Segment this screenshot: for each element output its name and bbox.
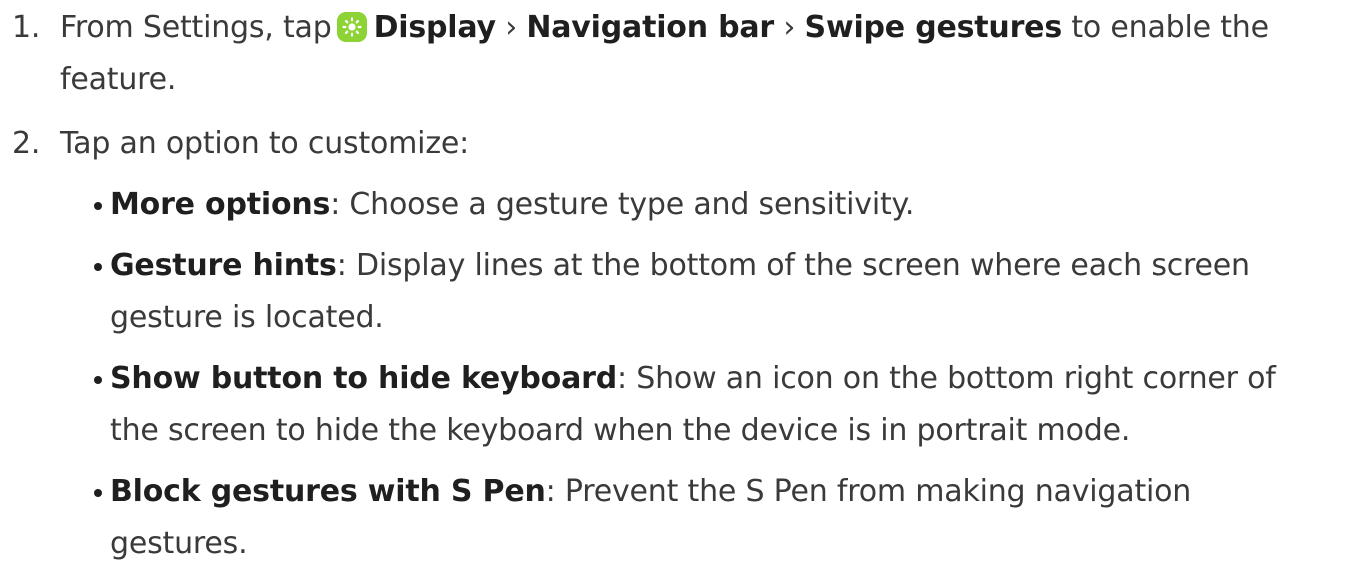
option-continuation: the screen to hide the keyboard when the…	[110, 413, 1131, 448]
step-1-suffix: to enable the	[1071, 10, 1269, 45]
path-swipe-gestures: Swipe gestures	[804, 10, 1063, 45]
option-description: : Prevent the S Pen from making navigati…	[545, 474, 1192, 509]
step-1-continuation: feature.	[60, 62, 177, 97]
option-title: More options	[110, 187, 331, 222]
option-block-gestures-s-pen: Block gestures with S Pen: Prevent the S…	[110, 472, 1191, 512]
step-1-number: 1.	[12, 10, 41, 45]
path-separator: ›	[505, 10, 518, 45]
option-description: : Show an icon on the bottom right corne…	[617, 361, 1276, 396]
step-1-line: 1. From Settings, tap Display › Navigation…	[12, 8, 1269, 48]
option-title: Show button to hide keyboard	[110, 361, 618, 396]
option-continuation: gestures.	[110, 526, 248, 561]
path-navigation-bar: Navigation bar	[526, 10, 775, 45]
step-2-line: 2. Tap an option to customize:	[12, 124, 469, 164]
option-title: Gesture hints	[110, 248, 337, 283]
option-continuation: gesture is located.	[110, 300, 384, 335]
bullet	[94, 376, 102, 384]
path-display: Display	[373, 10, 496, 45]
instructions-document: 1. From Settings, tap Display › Navigation…	[0, 0, 1366, 563]
option-show-button-hide-keyboard: Show button to hide keyboard: Show an ic…	[110, 359, 1276, 399]
path-separator: ›	[783, 10, 796, 45]
step-2-number: 2.	[12, 126, 41, 161]
option-gesture-hints: Gesture hints: Display lines at the bott…	[110, 246, 1250, 286]
option-description: : Display lines at the bottom of the scr…	[336, 248, 1250, 283]
display-settings-icon	[336, 12, 367, 42]
step-2-text: Tap an option to customize:	[60, 126, 470, 161]
step-1-prefix: From Settings, tap	[60, 10, 332, 45]
bullet	[94, 202, 102, 210]
option-title: Block gestures with S Pen	[110, 474, 546, 509]
bullet	[94, 263, 102, 271]
option-description: : Choose a gesture type and sensitivity.	[330, 187, 915, 222]
option-more-options: More options: Choose a gesture type and …	[110, 185, 914, 225]
bullet	[94, 489, 102, 497]
